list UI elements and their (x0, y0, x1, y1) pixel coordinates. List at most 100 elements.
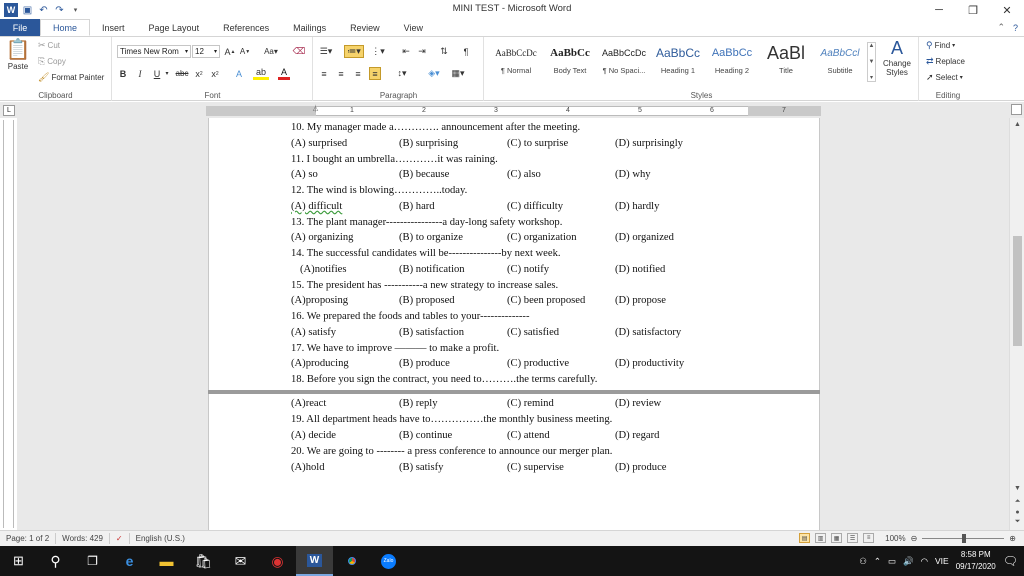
scroll-down-icon[interactable]: ▼ (1010, 482, 1024, 494)
next-page-icon[interactable]: ⏷ (1010, 516, 1024, 528)
select-button[interactable]: ➚ Select ▾ (926, 73, 963, 83)
show-formatting-icon[interactable]: ¶ (460, 45, 472, 58)
battery-icon[interactable]: ▭ (888, 556, 896, 567)
sort-icon[interactable]: ⇅ (438, 45, 450, 58)
multilevel-list-icon[interactable]: ⋮▾ (370, 45, 386, 58)
tab-insert[interactable]: Insert (90, 19, 137, 36)
word-count[interactable]: Words: 429 (56, 533, 110, 544)
print-layout-view-icon[interactable]: ▤ (799, 533, 811, 543)
tab-mailings[interactable]: Mailings (281, 19, 338, 36)
change-styles-button[interactable]: A Change Styles (879, 39, 915, 77)
highlight-icon[interactable]: ab (253, 67, 269, 80)
zoom-in-icon[interactable]: ⊕ (1009, 534, 1016, 543)
font-name-dropdown[interactable]: Times New Rom ▾ (117, 45, 191, 58)
task-view-icon[interactable]: ❐ (74, 546, 111, 576)
style-heading-2[interactable]: AaBbCc Heading 2 (709, 40, 755, 82)
font-size-dropdown[interactable]: 12 ▾ (192, 45, 220, 58)
style-heading-1[interactable]: AaBbCc Heading 1 (655, 40, 701, 82)
strikethrough-button[interactable]: abc (175, 67, 189, 80)
zoom-slider[interactable] (922, 533, 1005, 543)
change-case-icon[interactable]: Aa▾ (263, 45, 279, 58)
vertical-ruler[interactable] (3, 120, 14, 528)
grow-font-icon[interactable]: A ▲ (224, 45, 236, 58)
zoom-slider-thumb[interactable] (962, 533, 967, 543)
redo-icon[interactable]: ↷ (53, 3, 66, 17)
volume-icon[interactable]: 🔊 (903, 556, 914, 567)
outline-view-icon[interactable]: ☰ (847, 533, 859, 543)
file-explorer-icon[interactable]: ▬ (148, 546, 185, 576)
paste-button[interactable]: 📋 Paste (5, 40, 31, 71)
tab-selector-icon[interactable]: L (3, 105, 15, 116)
increase-indent-icon[interactable]: ⇥ (416, 45, 428, 58)
underline-dropdown-icon[interactable]: ▾ (163, 67, 171, 80)
media-app-icon[interactable]: ◉ (259, 546, 296, 576)
numbering-icon[interactable]: ≔▾ (344, 45, 364, 58)
tab-page-layout[interactable]: Page Layout (137, 19, 212, 36)
clock[interactable]: 8:58 PM 09/17/2020 (956, 549, 996, 573)
superscript-button[interactable]: x2 (209, 67, 221, 80)
minimize-button[interactable]: ─ (922, 0, 956, 20)
customize-qat-icon[interactable]: ▾ (69, 3, 82, 17)
style-normal[interactable]: AaBbCcDc ¶ Normal (493, 40, 539, 82)
draft-view-icon[interactable]: ≡ (863, 533, 875, 543)
web-layout-icon[interactable]: ▦ (831, 533, 843, 543)
document-page-1[interactable]: 10. My manager made a…………. announcement … (208, 118, 820, 390)
save-icon[interactable]: ▣ (21, 3, 34, 17)
replace-button[interactable]: ⇄ Replace (926, 57, 965, 67)
scroll-up-icon[interactable]: ▲ (1010, 118, 1024, 130)
word-taskbar-icon[interactable]: W (296, 546, 333, 576)
page-count[interactable]: Page: 1 of 2 (0, 533, 57, 544)
styles-scroll[interactable]: ▲ ▼ ▾ (867, 42, 876, 82)
edge-icon[interactable]: e (111, 546, 148, 576)
indent-marker-icon[interactable]: ⏃ (312, 104, 319, 114)
subscript-button[interactable]: x2 (193, 67, 205, 80)
justify-icon[interactable]: ≡ (369, 67, 381, 80)
document-page-2[interactable]: (A)react (B) reply (C) remind (D) review 19.… (208, 394, 820, 530)
copy-button[interactable]: ⎘ Copy (38, 57, 66, 67)
tab-file[interactable]: File (0, 19, 40, 36)
zoom-level[interactable]: 100% (885, 534, 905, 543)
search-icon[interactable]: ⚲ (37, 546, 74, 576)
start-icon[interactable]: ⊞ (0, 546, 37, 576)
proofing-icon[interactable]: ✓ (110, 533, 130, 544)
input-language[interactable]: VIE (935, 556, 949, 566)
italic-button[interactable]: I (134, 67, 146, 80)
notification-icon[interactable]: 🗨 (1003, 554, 1018, 568)
ruler-view-icon[interactable] (1011, 104, 1022, 115)
tab-references[interactable]: References (211, 19, 281, 36)
close-button[interactable]: ✕ (990, 0, 1024, 20)
vertical-scrollbar[interactable]: ▲ ▼ ⏶ ● ⏷ (1009, 118, 1024, 530)
bullets-icon[interactable]: ☰▾ (318, 45, 334, 58)
borders-icon[interactable]: ▦▾ (450, 67, 466, 80)
zoom-out-icon[interactable]: ⊖ (911, 534, 918, 543)
store-icon[interactable]: 🛍 (185, 546, 222, 576)
language-indicator[interactable]: English (U.S.) (130, 533, 191, 544)
align-right-icon[interactable]: ≡ (352, 67, 364, 80)
tab-review[interactable]: Review (338, 19, 392, 36)
undo-icon[interactable]: ↶ (37, 3, 50, 17)
minimize-ribbon-icon[interactable]: ⌃ (997, 22, 1005, 33)
tab-home[interactable]: Home (40, 19, 91, 36)
people-icon[interactable]: ⚇ (859, 556, 867, 567)
chrome-icon[interactable] (333, 546, 370, 576)
shading-icon[interactable]: ◈▾ (426, 67, 442, 80)
cut-button[interactable]: ✂ Cut (38, 41, 60, 51)
align-left-icon[interactable]: ≡ (318, 67, 330, 80)
full-screen-reading-icon[interactable]: ▥ (815, 533, 827, 543)
style-body-text[interactable]: AaBbCc Body Text (547, 40, 593, 82)
decrease-indent-icon[interactable]: ⇤ (400, 45, 412, 58)
clear-formatting-icon[interactable]: ⌫ (293, 45, 306, 58)
style-no-spacing[interactable]: AaBbCcDc ¶ No Spaci... (601, 40, 647, 82)
zalo-icon[interactable]: Zalo (370, 546, 407, 576)
word-logo-icon[interactable]: W (4, 3, 18, 17)
line-spacing-icon[interactable]: ↕▾ (394, 67, 410, 80)
underline-button[interactable]: U (151, 67, 163, 80)
tab-view[interactable]: View (392, 19, 435, 36)
format-painter-button[interactable]: 🖌 Format Painter (38, 73, 104, 83)
find-button[interactable]: ⚲ Find ▾ (926, 41, 955, 51)
text-effects-icon[interactable]: A (233, 67, 245, 80)
help-icon[interactable]: ? (1013, 23, 1018, 33)
mail-icon[interactable]: ✉ (222, 546, 259, 576)
shrink-font-icon[interactable]: A ▼ (239, 45, 251, 58)
restore-button[interactable]: ❐ (956, 0, 990, 20)
